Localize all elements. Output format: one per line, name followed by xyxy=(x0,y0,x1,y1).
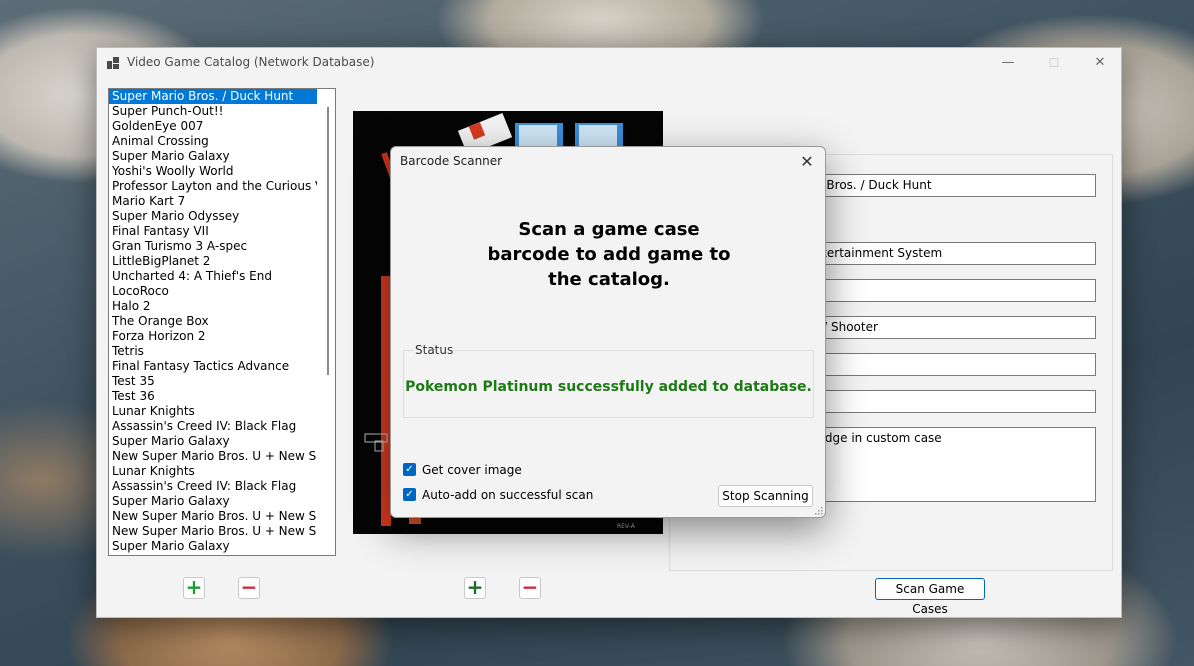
list-item[interactable]: Final Fantasy Tactics Advance xyxy=(109,359,317,374)
title-field[interactable]: rio Bros. / Duck Hunt xyxy=(800,174,1096,197)
dialog-heading-line-2: barcode to add game to xyxy=(487,244,731,265)
field-6[interactable] xyxy=(800,390,1096,413)
list-item[interactable]: GoldenEye 007 xyxy=(109,119,317,134)
list-item[interactable]: The Orange Box xyxy=(109,314,317,329)
list-item[interactable]: Super Mario Galaxy xyxy=(109,434,317,449)
list-item[interactable]: New Super Mario Bros. U + New Super I xyxy=(109,524,317,539)
window-title: Video Game Catalog (Network Database) xyxy=(127,55,375,69)
genre-field[interactable]: er / Shooter xyxy=(800,316,1096,339)
status-group: Status Pokemon Platinum successfully add… xyxy=(403,343,814,418)
status-message: Pokemon Platinum successfully added to d… xyxy=(405,379,812,395)
dialog-title: Barcode Scanner xyxy=(400,154,503,168)
platform-field[interactable]: Entertainment System xyxy=(800,242,1096,265)
barcode-scanner-dialog: Barcode Scanner ✕ Scan a game case barco… xyxy=(390,146,826,518)
dialog-close-button[interactable]: ✕ xyxy=(795,151,819,173)
list-item[interactable]: Halo 2 xyxy=(109,299,317,314)
add-cover-button[interactable]: + xyxy=(464,577,486,599)
list-item[interactable]: LocoRoco xyxy=(109,284,317,299)
dialog-heading-line-1: Scan a game case xyxy=(518,219,700,240)
list-item[interactable]: Professor Layton and the Curious Villag xyxy=(109,179,317,194)
list-item[interactable]: Super Mario Bros. / Duck Hunt xyxy=(109,89,317,104)
cover-rev-label: REV-A xyxy=(617,523,636,530)
list-item[interactable]: Test 35 xyxy=(109,374,317,389)
resize-grip-icon[interactable] xyxy=(814,506,823,515)
list-item[interactable]: Lunar Knights xyxy=(109,404,317,419)
dialog-heading-line-3: the catalog. xyxy=(548,269,670,290)
list-item[interactable]: Uncharted 4: A Thief's End xyxy=(109,269,317,284)
field-5[interactable] xyxy=(800,353,1096,376)
get-cover-checkbox[interactable]: ✓ xyxy=(403,463,416,476)
list-item[interactable]: Test 36 xyxy=(109,389,317,404)
list-item[interactable]: Super Mario Odyssey xyxy=(109,209,317,224)
maximize-button[interactable]: ☐ xyxy=(1031,48,1077,78)
list-item[interactable]: Assassin's Creed IV: Black Flag xyxy=(109,479,317,494)
list-item[interactable]: Lunar Knights xyxy=(109,464,317,479)
list-item[interactable]: Tetris xyxy=(109,344,317,359)
list-item[interactable]: Super Mario Galaxy xyxy=(109,149,317,164)
game-list[interactable]: Super Mario Bros. / Duck Hunt Super Punch… xyxy=(108,88,336,556)
list-item[interactable]: Assassin's Creed IV: Black Flag xyxy=(109,419,317,434)
list-item[interactable]: Super Mario Galaxy xyxy=(109,494,317,509)
auto-add-checkbox[interactable]: ✓ xyxy=(403,488,416,501)
list-item[interactable]: Animal Crossing xyxy=(109,134,317,149)
remove-cover-button[interactable]: − xyxy=(519,577,541,599)
list-item[interactable]: Forza Horizon 2 xyxy=(109,329,317,344)
minimize-button[interactable]: — xyxy=(985,48,1031,78)
notes-field[interactable]: rtridge in custom case xyxy=(800,427,1096,502)
close-button[interactable]: ✕ xyxy=(1077,48,1123,78)
field-3[interactable] xyxy=(800,279,1096,302)
app-icon xyxy=(107,57,119,69)
status-label: Status xyxy=(413,343,456,357)
add-game-button[interactable]: + xyxy=(183,577,205,599)
list-item[interactable]: Yoshi's Woolly World xyxy=(109,164,317,179)
list-item[interactable]: Final Fantasy VII xyxy=(109,224,317,239)
list-item[interactable]: Gran Turismo 3 A-spec xyxy=(109,239,317,254)
scan-game-cases-button[interactable]: Scan Game Cases xyxy=(875,578,985,616)
list-item[interactable]: Super Mario Galaxy xyxy=(109,539,317,554)
stop-scanning-button[interactable]: Stop Scanning xyxy=(718,485,813,507)
remove-game-button[interactable]: − xyxy=(238,577,260,599)
title-bar[interactable]: Video Game Catalog (Network Database) — … xyxy=(97,48,1121,78)
list-item[interactable]: Super Punch-Out!! xyxy=(109,104,317,119)
get-cover-label: Get cover image xyxy=(422,463,522,477)
list-item[interactable]: Mario Kart 7 xyxy=(109,194,317,209)
list-item[interactable]: LittleBigPlanet 2 xyxy=(109,254,317,269)
list-item[interactable]: New Super Mario Bros. U + New Super I xyxy=(109,509,317,524)
list-scrollbar[interactable] xyxy=(327,107,329,375)
dialog-heading: Scan a game case barcode to add game to … xyxy=(391,217,827,292)
game-list-items: Super Mario Bros. / Duck Hunt Super Punch… xyxy=(109,89,335,554)
auto-add-label: Auto-add on successful scan xyxy=(422,488,594,502)
list-item[interactable]: New Super Mario Bros. U + New Super I xyxy=(109,449,317,464)
